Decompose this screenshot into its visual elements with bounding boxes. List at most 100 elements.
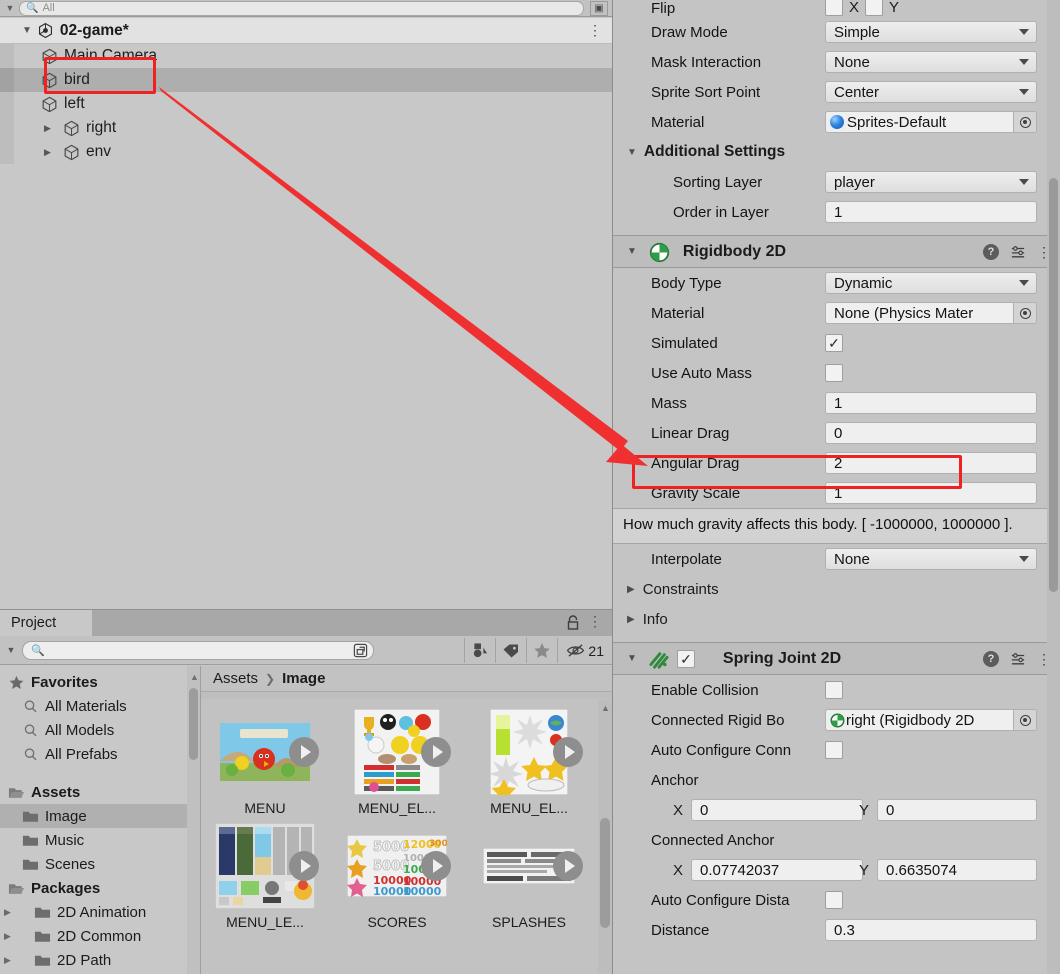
- mask-interaction-dropdown[interactable]: None: [825, 51, 1037, 73]
- mask-interaction-field[interactable]: None: [825, 51, 1037, 73]
- help-icon[interactable]: ?: [983, 651, 999, 668]
- hierarchy-search-input[interactable]: 🔍 All: [19, 0, 584, 16]
- preset-settings-icon[interactable]: [1010, 652, 1026, 666]
- chevron-right-icon[interactable]: ▶: [44, 147, 54, 158]
- connected-anchor-x-input[interactable]: 0.07742037: [691, 859, 863, 882]
- asset-preview-play-button[interactable]: [553, 851, 583, 881]
- auto-configure-distance-checkbox[interactable]: [825, 891, 843, 910]
- flip-x-checkbox[interactable]: [825, 0, 843, 16]
- hierarchy-layout-button[interactable]: ▣: [590, 0, 608, 16]
- chevron-down-icon[interactable]: ▼: [22, 25, 32, 36]
- asset-item-scores[interactable]: 5000 12000 30000 10000 500 5000 10000: [347, 822, 451, 930]
- project-tree-packages[interactable]: Packages: [0, 876, 200, 900]
- project-tree-2d-path[interactable]: ▶ 2D Path: [0, 948, 200, 972]
- project-tree-all-models[interactable]: All Models: [0, 718, 200, 742]
- scrollbar-thumb[interactable]: [189, 688, 198, 760]
- hierarchy-item-left[interactable]: left: [0, 92, 612, 116]
- anchor-x-field[interactable]: 0: [691, 799, 863, 822]
- scrollbar-thumb[interactable]: [1049, 178, 1058, 592]
- asset-preview-play-button[interactable]: [289, 737, 319, 767]
- lock-icon[interactable]: [566, 615, 580, 630]
- order-in-layer-field[interactable]: 1: [825, 201, 1037, 223]
- sprite-sort-point-field[interactable]: Center: [825, 81, 1037, 103]
- project-tree-image[interactable]: Image: [0, 804, 200, 828]
- inspector-scrollbar[interactable]: [1047, 0, 1060, 974]
- auto-configure-distance-field[interactable]: [825, 891, 1037, 910]
- sprite-material-field[interactable]: Sprites-Default: [825, 111, 1037, 133]
- simulated-field[interactable]: ✓: [825, 334, 1037, 352]
- chevron-down-icon[interactable]: ▼: [627, 653, 637, 664]
- connected-anchor-y-field[interactable]: 0.6635074: [877, 859, 1037, 882]
- flip-y-checkbox[interactable]: [865, 0, 884, 16]
- additional-settings-foldout[interactable]: ▼ Additional Settings: [613, 137, 1060, 167]
- auto-configure-connected-checkbox[interactable]: [825, 741, 843, 760]
- project-tree-favorites[interactable]: Favorites: [0, 670, 200, 694]
- project-search-input[interactable]: 🔍: [22, 640, 374, 660]
- chevron-down-icon[interactable]: ▼: [627, 147, 637, 158]
- hierarchy-item-right[interactable]: ▶ right: [0, 116, 612, 140]
- project-tree-all-materials[interactable]: All Materials: [0, 694, 200, 718]
- scroll-up-icon[interactable]: ▲: [190, 672, 199, 682]
- project-tree-2d-animation[interactable]: ▶ 2D Animation: [0, 900, 200, 924]
- component-header-springjoint2d[interactable]: ▼ ✓ Spring Joint 2D ? ⋮: [613, 642, 1060, 676]
- chevron-right-icon[interactable]: ▶: [627, 584, 635, 595]
- connected-rigidbody-field[interactable]: right (Rigidbody 2D: [825, 709, 1037, 732]
- asset-item-menu-el-2[interactable]: MENU_EL...: [479, 708, 583, 816]
- filter-by-type-button[interactable]: [464, 638, 495, 663]
- hidden-assets-count-button[interactable]: 21: [557, 638, 612, 663]
- linear-drag-field[interactable]: 0: [825, 422, 1037, 444]
- asset-item-menu-el-1[interactable]: MENU_EL...: [347, 708, 451, 816]
- linear-drag-input[interactable]: 0: [825, 422, 1037, 444]
- object-picker-button[interactable]: [1013, 710, 1036, 731]
- breadcrumb-assets[interactable]: Assets: [213, 670, 258, 687]
- sorting-layer-field[interactable]: player: [825, 171, 1037, 193]
- sprite-material-objectfield[interactable]: Sprites-Default: [825, 111, 1037, 133]
- use-auto-mass-checkbox[interactable]: [825, 364, 843, 382]
- hierarchy-more-menu-icon[interactable]: ⋮: [588, 23, 602, 37]
- order-in-layer-input[interactable]: 1: [825, 201, 1037, 223]
- mass-field[interactable]: 1: [825, 392, 1037, 414]
- info-foldout[interactable]: ▶ Info: [613, 604, 1060, 634]
- asset-item-menu-le[interactable]: MENU_LE...: [215, 822, 319, 930]
- anchor-y-input[interactable]: 0: [877, 799, 1037, 822]
- project-tree-2d-common[interactable]: ▶ 2D Common: [0, 924, 200, 948]
- chevron-right-icon[interactable]: ▶: [4, 955, 11, 966]
- distance-input[interactable]: 0.3: [825, 919, 1037, 942]
- constraints-foldout[interactable]: ▶ Constraints: [613, 574, 1060, 604]
- gravity-scale-field[interactable]: 1: [825, 482, 1037, 504]
- hierarchy-scene-root[interactable]: ▼ 02-game* ⋮: [0, 18, 612, 44]
- connected-anchor-x-field[interactable]: 0.07742037: [691, 859, 863, 882]
- asset-preview-play-button[interactable]: [421, 737, 451, 767]
- angular-drag-input[interactable]: 2: [825, 452, 1037, 474]
- rb-material-objectfield[interactable]: None (Physics Mater: [825, 302, 1037, 324]
- save-search-button[interactable]: [348, 640, 372, 661]
- scrollbar-thumb[interactable]: [600, 818, 610, 928]
- sprite-sort-point-dropdown[interactable]: Center: [825, 81, 1037, 103]
- breadcrumb-current[interactable]: Image: [282, 670, 325, 687]
- filter-by-label-button[interactable]: [495, 638, 526, 663]
- use-auto-mass-field[interactable]: [825, 364, 1037, 382]
- anchor-y-field[interactable]: 0: [877, 799, 1037, 822]
- auto-configure-connected-field[interactable]: [825, 741, 1037, 760]
- sorting-layer-dropdown[interactable]: player: [825, 171, 1037, 193]
- scroll-up-icon[interactable]: ▲: [601, 703, 610, 713]
- connected-anchor-y-input[interactable]: 0.6635074: [877, 859, 1037, 882]
- project-tree-scenes[interactable]: Scenes: [0, 852, 200, 876]
- gravity-scale-input[interactable]: 1: [825, 482, 1037, 504]
- chevron-down-icon[interactable]: ▼: [4, 3, 16, 13]
- asset-preview-play-button[interactable]: [421, 851, 451, 881]
- tab-project[interactable]: Project: [0, 610, 92, 636]
- object-picker-button[interactable]: [1013, 303, 1036, 323]
- chevron-down-icon[interactable]: ▼: [627, 246, 637, 257]
- enable-collision-field[interactable]: [825, 681, 1037, 700]
- help-icon[interactable]: ?: [983, 244, 999, 260]
- project-tree-music[interactable]: Music: [0, 828, 200, 852]
- project-tree-scrollbar[interactable]: ▲: [187, 666, 200, 974]
- angular-drag-field[interactable]: 2: [825, 452, 1037, 474]
- asset-preview-play-button[interactable]: [289, 851, 319, 881]
- hierarchy-item-bird[interactable]: bird: [0, 68, 612, 92]
- draw-mode-field[interactable]: Simple: [825, 21, 1037, 43]
- project-more-menu-icon[interactable]: ⋮: [588, 614, 602, 628]
- springjoint2d-enabled-checkbox[interactable]: ✓: [677, 650, 695, 669]
- chevron-right-icon[interactable]: ▶: [4, 931, 11, 942]
